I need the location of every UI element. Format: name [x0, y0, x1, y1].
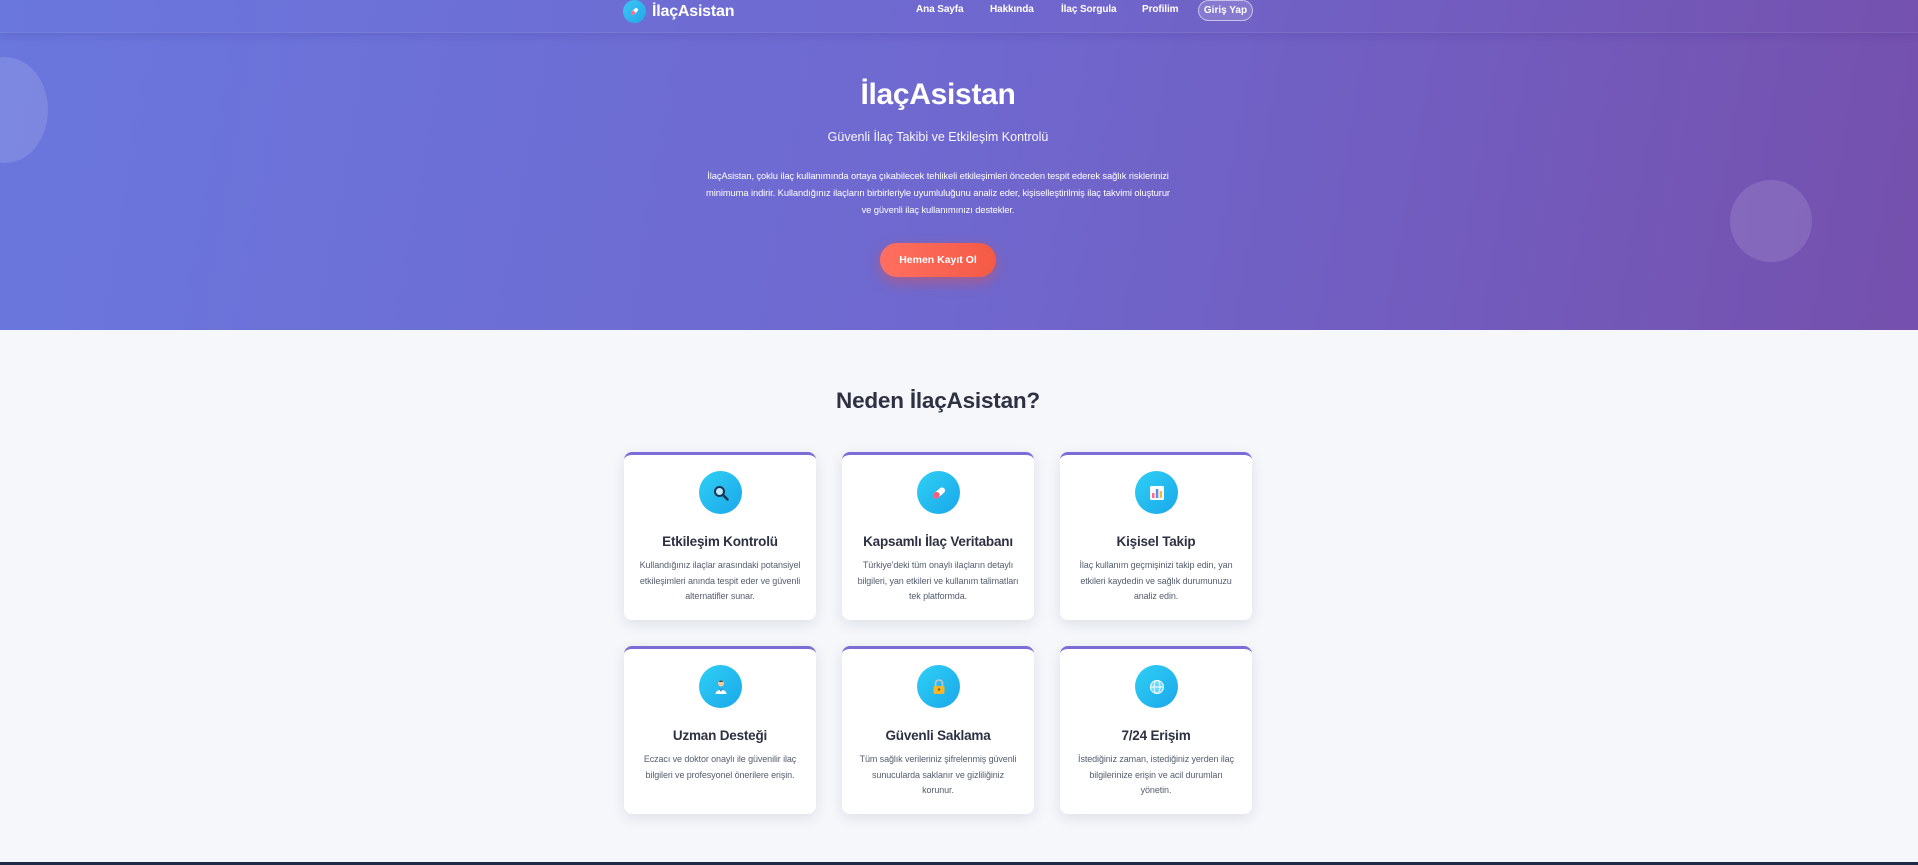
- nav-link-profile[interactable]: Profilim: [1142, 4, 1179, 15]
- feature-card: Uzman Desteği Eczacı ve doktor onaylı il…: [624, 646, 816, 814]
- hero-subtitle: Güvenli İlaç Takibi ve Etkileşim Kontrol…: [827, 130, 1049, 144]
- hero-title: İlaçAsistan: [860, 78, 1016, 111]
- login-button[interactable]: Giriş Yap: [1198, 0, 1253, 21]
- feature-title: Kişisel Takip: [1116, 534, 1196, 549]
- feature-description: Kullandığınız ilaçlar arasındaki potansi…: [639, 560, 801, 601]
- magnifier-icon: [699, 471, 742, 514]
- feature-title: Etkileşim Kontrolü: [662, 534, 778, 549]
- feature-title: Kapsamlı İlaç Veritabanı: [863, 534, 1013, 549]
- globe-icon: [1135, 665, 1178, 708]
- feature-card: Etkileşim Kontrolü Kullandığınız ilaçlar…: [624, 452, 816, 620]
- bar-chart-icon: [1135, 471, 1178, 514]
- nav-link-drug-query[interactable]: İlaç Sorgula: [1061, 4, 1117, 15]
- feature-title: 7/24 Erişim: [1121, 728, 1191, 743]
- hero-section: İlaçAsistan Ana Sayfa Hakkında İlaç Sorg…: [0, 0, 1918, 330]
- nav-link-about[interactable]: Hakkında: [990, 4, 1034, 15]
- feature-description: Eczacı ve doktor onaylı ile güvenilir il…: [643, 754, 797, 780]
- feature-description: İstediğiniz zaman, istediğiniz yerden il…: [1078, 754, 1234, 795]
- feature-description: İlaç kullanım geçmişinizi takip edin, ya…: [1079, 560, 1233, 601]
- nav-menu: Ana Sayfa Hakkında İlaç Sorgula Profilim…: [0, 0, 1918, 22]
- feature-description: Tüm sağlık verileriniz şifrelenmiş güven…: [859, 754, 1017, 795]
- feature-card: Güvenli Saklama Tüm sağlık verileriniz ş…: [842, 646, 1034, 814]
- features-title: Neden İlaçAsistan?: [836, 388, 1040, 413]
- feature-title: Uzman Desteği: [672, 728, 768, 743]
- feature-card: Kişisel Takip İlaç kullanım geçmişinizi …: [1060, 452, 1252, 620]
- decorative-circle: [1730, 180, 1812, 262]
- nav-link-home[interactable]: Ana Sayfa: [916, 4, 964, 15]
- lock-icon: [917, 665, 960, 708]
- feature-description: Türkiye'deki tüm onaylı ilaçların detayl…: [857, 560, 1019, 601]
- feature-title: Güvenli Saklama: [885, 728, 991, 743]
- feature-card: 7/24 Erişim İstediğiniz zaman, istediğin…: [1060, 646, 1252, 814]
- hero-description: İlaçAsistan, çoklu ilaç kullanımında ort…: [706, 170, 1170, 215]
- pill-icon: [917, 471, 960, 514]
- register-button[interactable]: Hemen Kayıt Ol: [880, 243, 996, 277]
- doctor-icon: [699, 665, 742, 708]
- feature-card: Kapsamlı İlaç Veritabanı Türkiye'deki tü…: [842, 452, 1034, 620]
- navbar: İlaçAsistan Ana Sayfa Hakkında İlaç Sorg…: [0, 0, 1918, 33]
